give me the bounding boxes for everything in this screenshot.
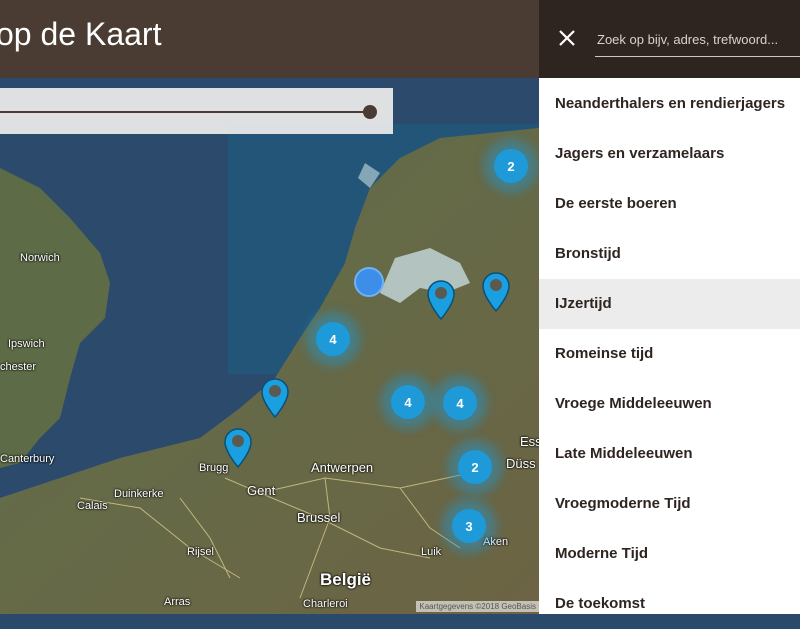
era-item[interactable]: Vroegmoderne Tijd — [539, 479, 800, 529]
cluster-marker[interactable]: 3 — [452, 509, 486, 543]
era-item[interactable]: IJzertijd — [539, 279, 800, 329]
city-label-duinkerke: Duinkerke — [114, 488, 164, 500]
city-label-ipswich: Ipswich — [8, 338, 45, 350]
era-item[interactable]: Jagers en verzamelaars — [539, 129, 800, 179]
search-input[interactable] — [595, 22, 800, 57]
cluster-marker[interactable]: 4 — [391, 385, 425, 419]
country-label-belgie: België — [320, 570, 372, 589]
map-pin-icon[interactable] — [261, 378, 289, 418]
city-label-rijsel: Rijsel — [187, 546, 214, 558]
map-attribution: Kaartgegevens ©2018 GeoBasis — [416, 601, 539, 612]
city-label-charleroi: Charleroi — [303, 598, 348, 610]
city-label-essen: Ess — [520, 434, 539, 449]
era-item[interactable]: Neanderthalers en rendierjagers — [539, 79, 800, 129]
era-item[interactable]: Moderne Tijd — [539, 529, 800, 579]
city-label-chester: chester — [0, 361, 37, 373]
map-pin-icon[interactable] — [482, 272, 510, 312]
era-item[interactable]: Bronstijd — [539, 229, 800, 279]
city-label-calais: Calais — [77, 500, 108, 512]
timeline-slider[interactable] — [0, 88, 393, 134]
era-item[interactable]: Late Middeleeuwen — [539, 429, 800, 479]
cluster-marker[interactable]: 2 — [494, 149, 528, 183]
era-item[interactable]: Vroege Middeleeuwen — [539, 379, 800, 429]
era-item[interactable]: De toekomst — [539, 579, 800, 629]
cluster-marker[interactable]: 4 — [443, 386, 477, 420]
app-header: op de Kaart — [0, 0, 539, 78]
close-icon[interactable] — [557, 28, 577, 48]
era-list: Neanderthalers en rendierjagers Jagers en… — [539, 79, 800, 629]
page-title: op de Kaart — [0, 16, 162, 52]
panel-header — [539, 0, 800, 78]
city-label-arras: Arras — [164, 596, 191, 608]
slider-track[interactable] — [0, 111, 370, 113]
city-label-antwerpen: Antwerpen — [311, 460, 374, 475]
map-view[interactable]: Norwich Ipswich chester Canterbury Calai… — [0, 78, 539, 614]
cluster-marker[interactable]: 4 — [316, 322, 350, 356]
city-label-gent: Gent — [247, 483, 276, 498]
slider-handle[interactable] — [363, 105, 377, 119]
city-label-brussel: Brussel — [297, 510, 341, 525]
cluster-marker[interactable]: 2 — [458, 450, 492, 484]
map-pin-icon[interactable] — [427, 280, 455, 320]
city-label-dusseldorf: Düss — [506, 456, 536, 471]
era-panel: Neanderthalers en rendierjagersJagers en… — [539, 0, 800, 614]
city-label-canterbury: Canterbury — [0, 453, 55, 465]
current-location-marker[interactable] — [354, 267, 384, 297]
era-item[interactable]: De eerste boeren — [539, 179, 800, 229]
city-label-norwich: Norwich — [20, 252, 60, 264]
city-label-luik: Luik — [421, 546, 442, 558]
era-item[interactable]: Romeinse tijd — [539, 329, 800, 379]
city-label-aken: Aken — [483, 536, 509, 548]
map-pin-icon[interactable] — [224, 428, 252, 468]
